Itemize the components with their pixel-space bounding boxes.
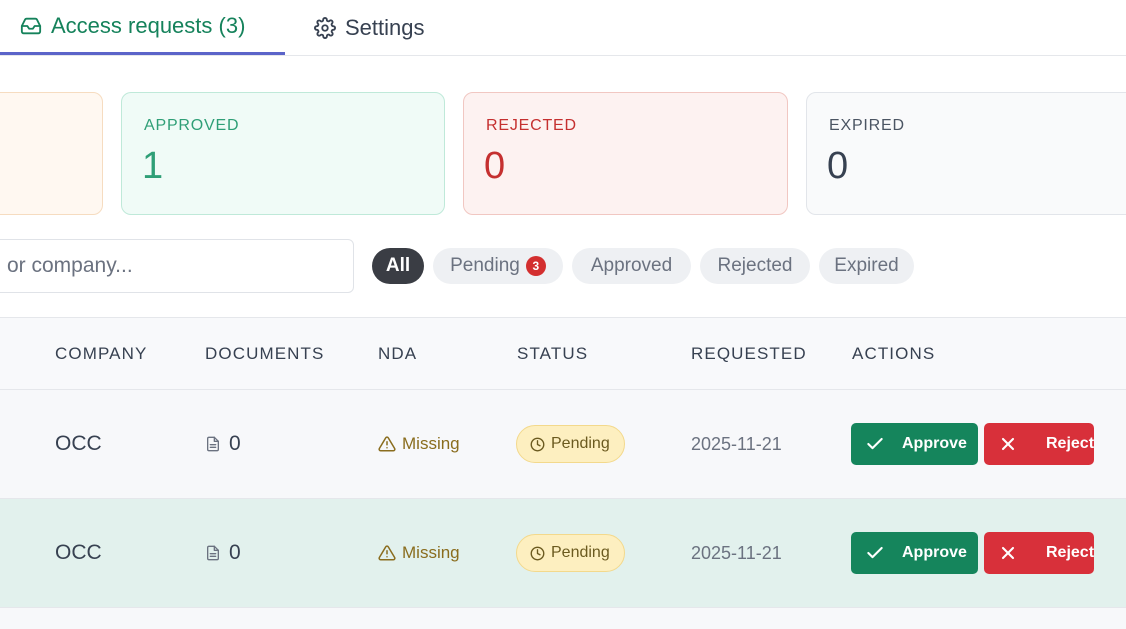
reject-button-label: Reject xyxy=(1046,435,1095,452)
filter-pending[interactable]: Pending 3 xyxy=(433,248,563,284)
row-requested-date: 2025-11-21 xyxy=(691,542,782,563)
x-icon xyxy=(998,434,1018,454)
approve-button-label: Approve xyxy=(902,435,967,452)
row-nda-label: Missing xyxy=(402,543,460,562)
tab-access-requests[interactable]: Access requests (3) xyxy=(0,0,285,55)
filter-rejected-label: Rejected xyxy=(717,255,793,276)
filter-approved[interactable]: Approved xyxy=(572,248,691,284)
document-icon xyxy=(205,435,221,453)
filter-expired[interactable]: Expired xyxy=(819,248,914,284)
x-icon xyxy=(998,543,1018,563)
clock-icon xyxy=(530,546,545,561)
reject-button[interactable]: Reject xyxy=(984,423,1094,465)
stat-card-pending xyxy=(0,92,103,215)
row-actions: Approve Reject xyxy=(851,390,1094,498)
filter-rejected[interactable]: Rejected xyxy=(700,248,810,284)
stat-approved-label: APPROVED xyxy=(144,117,240,134)
header-status[interactable]: STATUS xyxy=(517,318,588,390)
clock-icon xyxy=(530,437,545,452)
status-badge-label: Pending xyxy=(551,435,610,452)
tab-settings-label: Settings xyxy=(345,15,425,40)
approve-button[interactable]: Approve xyxy=(851,423,978,465)
approve-button[interactable]: Approve xyxy=(851,532,978,574)
tab-bar: Access requests (3) Settings xyxy=(0,0,1126,56)
stat-approved-value: 1 xyxy=(142,145,164,187)
stat-rejected-label: REJECTED xyxy=(486,117,577,134)
table-row xyxy=(0,608,1126,629)
inbox-icon xyxy=(20,15,42,37)
row-status: Pending xyxy=(516,499,625,607)
header-actions: ACTIONS xyxy=(852,344,936,363)
row-documents: 0 xyxy=(205,499,241,607)
status-badge: Pending xyxy=(516,534,625,572)
row-nda-label: Missing xyxy=(402,434,460,453)
row-documents: 0 xyxy=(205,390,241,498)
row-status: Pending xyxy=(516,390,625,498)
filter-all-label: All xyxy=(385,255,411,276)
header-company[interactable]: COMPANY xyxy=(55,318,147,390)
row-requested-date: 2025-11-21 xyxy=(691,433,782,454)
stat-rejected-value: 0 xyxy=(484,145,506,187)
tab-settings[interactable]: Settings xyxy=(314,0,425,56)
stat-card-expired: EXPIRED 0 xyxy=(806,92,1126,215)
row-company: OCC xyxy=(55,432,102,455)
row-nda: Missing xyxy=(378,390,460,498)
document-icon xyxy=(205,544,221,562)
check-icon xyxy=(865,543,885,563)
header-requested[interactable]: REQUESTED xyxy=(691,318,807,390)
search-box xyxy=(0,239,354,293)
stat-expired-label: EXPIRED xyxy=(829,117,905,134)
row-actions: Approve Reject xyxy=(851,499,1094,607)
row-documents-count: 0 xyxy=(229,541,241,564)
header-documents[interactable]: DOCUMENTS xyxy=(205,318,324,390)
pending-count-badge: 3 xyxy=(525,256,546,276)
filter-pending-label: Pending xyxy=(450,255,520,276)
check-icon xyxy=(865,434,885,454)
filter-expired-label: Expired xyxy=(834,255,899,276)
approve-button-label: Approve xyxy=(902,544,967,561)
table-header: COMPANY DOCUMENTS NDA STATUS REQUESTED A… xyxy=(0,317,1126,390)
status-badge-label: Pending xyxy=(551,544,610,561)
stat-card-rejected: REJECTED 0 xyxy=(463,92,788,215)
stat-card-approved: APPROVED 1 xyxy=(121,92,445,215)
filter-all[interactable]: All xyxy=(372,248,424,284)
table-row: OCC 0 Missing Pending 2025-11-21 Approve… xyxy=(0,390,1126,499)
gear-icon xyxy=(314,17,336,39)
reject-button-label: Reject xyxy=(1046,544,1095,561)
stat-expired-value: 0 xyxy=(827,145,849,187)
header-nda[interactable]: NDA xyxy=(378,318,417,390)
warning-triangle-icon xyxy=(378,435,396,453)
row-nda: Missing xyxy=(378,499,460,607)
filter-approved-label: Approved xyxy=(590,255,673,276)
status-badge: Pending xyxy=(516,425,625,463)
table-row: OCC 0 Missing Pending 2025-11-21 Approve… xyxy=(0,499,1126,608)
row-documents-count: 0 xyxy=(229,432,241,455)
search-input[interactable] xyxy=(7,240,327,292)
row-company: OCC xyxy=(55,541,102,564)
warning-triangle-icon xyxy=(378,544,396,562)
tab-access-requests-label: Access requests (3) xyxy=(51,13,246,38)
reject-button[interactable]: Reject xyxy=(984,532,1094,574)
